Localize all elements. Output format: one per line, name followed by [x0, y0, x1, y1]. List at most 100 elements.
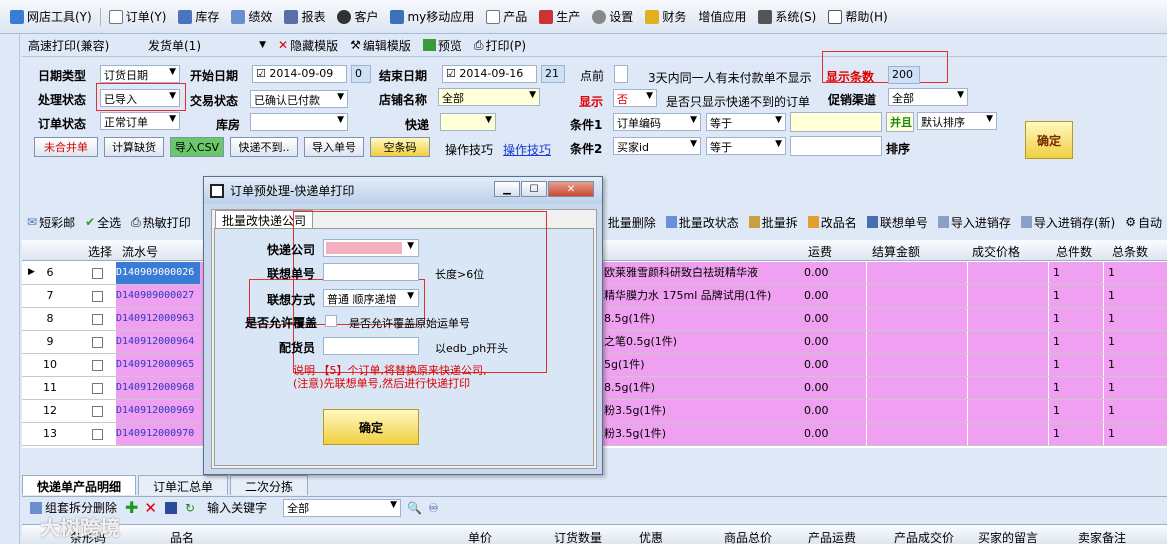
- add-icon[interactable]: ✚: [125, 498, 138, 517]
- row-number: 12: [43, 404, 57, 417]
- chevron-down-icon: ▼: [407, 291, 414, 301]
- order-status-select[interactable]: 正常订单 ▼: [100, 112, 180, 130]
- process-status-select[interactable]: 已导入 ▼: [100, 89, 180, 107]
- menu-help[interactable]: 帮助(H): [822, 5, 893, 29]
- assoc-number-input[interactable]: [323, 263, 419, 281]
- chevron-down-icon: ▼: [485, 115, 492, 125]
- row-checkbox[interactable]: [92, 285, 106, 307]
- menu-order[interactable]: 订单(Y): [103, 5, 173, 29]
- unmerged-orders-button[interactable]: 未合并单: [34, 137, 98, 157]
- tab-express-detail[interactable]: 快递单产品明细: [22, 475, 137, 495]
- assoc-mode-select[interactable]: 普通 顺序递增 ▼: [323, 289, 419, 307]
- row-checkbox[interactable]: [92, 308, 106, 330]
- tips-link[interactable]: 操作技巧: [503, 141, 551, 158]
- overwrite-checkbox[interactable]: [325, 315, 337, 327]
- courier-select[interactable]: ▼: [323, 239, 419, 257]
- query-confirm-button[interactable]: 确定: [1025, 121, 1073, 159]
- condition1-value-input[interactable]: [790, 112, 882, 132]
- search-icon[interactable]: 🔍: [407, 501, 422, 515]
- tab-second-sort[interactable]: 二次分拣: [230, 475, 309, 495]
- print-button[interactable]: ⎙ 打印(P): [468, 37, 532, 54]
- warehouse-select[interactable]: ▼: [250, 113, 348, 131]
- start-date-picker[interactable]: ☑ 2014-09-09: [252, 65, 347, 83]
- delete-icon[interactable]: ✕: [144, 499, 157, 517]
- tab-order-summary[interactable]: 订单汇总单: [138, 475, 229, 495]
- shop-name-select[interactable]: 全部 ▼: [438, 88, 540, 106]
- sort-select[interactable]: 默认排序 ▼: [917, 112, 997, 130]
- empty-barcode-button[interactable]: 空条码: [370, 137, 430, 157]
- menu-inventory[interactable]: 库存: [172, 5, 225, 29]
- end-offset-input[interactable]: 21: [541, 65, 565, 83]
- and-select[interactable]: 并且: [886, 112, 914, 132]
- batch-delete-button[interactable]: 批量删除: [603, 214, 661, 231]
- date-type-select[interactable]: 订货日期 ▼: [100, 65, 180, 83]
- maximize-button[interactable]: ☐: [521, 181, 547, 197]
- assoc-number-button[interactable]: 联想单号: [862, 214, 933, 231]
- dot-before-label: 点前: [580, 69, 605, 83]
- menu-report[interactable]: 报表: [278, 5, 331, 29]
- row-checkbox[interactable]: [92, 400, 106, 422]
- express-select[interactable]: ▼: [440, 113, 496, 131]
- dialog-body: 批量改快递公司 快递公司 ▼ 联想单号 长度>6位 联想方式 普通 顺序递增 ▼ …: [211, 209, 597, 469]
- row-checkbox[interactable]: [92, 354, 106, 376]
- menu-product[interactable]: 产品: [480, 5, 533, 29]
- row-checkbox[interactable]: [92, 423, 106, 445]
- rename-product-button[interactable]: 改品名: [803, 214, 862, 231]
- condition1-label: 条件1: [570, 118, 603, 132]
- import-inventory-new-button[interactable]: 导入进销存(新): [1016, 214, 1120, 231]
- row-checkbox[interactable]: [92, 262, 106, 284]
- detail-grid-header: 条形码 品名 单价 订货数量 优惠 商品总价 产品运费 产品成交价 买家的留言 …: [22, 524, 1167, 544]
- menu-system[interactable]: 系统(S): [752, 5, 822, 29]
- menu-finance[interactable]: 财务: [639, 5, 692, 29]
- batch-split-button[interactable]: 批量拆: [744, 214, 803, 231]
- picker-hint: 以edb_ph开头: [435, 342, 509, 355]
- hide-template-button[interactable]: ✕ 隐藏模版: [272, 37, 344, 54]
- condition2-operator-select[interactable]: 等于 ▼: [706, 137, 786, 155]
- channel-select[interactable]: 全部 ▼: [888, 88, 968, 106]
- auto-button[interactable]: ⚙ 自动: [1120, 214, 1167, 231]
- express-unreachable-button[interactable]: 快递不到..: [230, 137, 298, 157]
- row-checkbox[interactable]: [92, 377, 106, 399]
- bottom-tabs: 快递单产品明细 订单汇总单 二次分拣: [22, 475, 310, 495]
- batch-status-button[interactable]: 批量改状态: [661, 214, 744, 231]
- menu-shop-tools[interactable]: 网店工具(Y): [4, 5, 98, 29]
- dialog-confirm-button[interactable]: 确定: [323, 409, 419, 445]
- close-button[interactable]: ✕: [548, 181, 594, 197]
- menu-settings[interactable]: 设置: [586, 5, 639, 29]
- print-mode-select[interactable]: 高速打印(兼容): [22, 37, 142, 54]
- save-icon[interactable]: [165, 501, 177, 514]
- condition2-field-select[interactable]: 买家id ▼: [613, 137, 701, 155]
- picker-input[interactable]: [323, 337, 419, 355]
- refresh-icon[interactable]: ↻: [185, 501, 195, 515]
- start-offset-input[interactable]: 0: [351, 65, 371, 83]
- condition1-operator-select[interactable]: 等于 ▼: [706, 113, 786, 131]
- import-csv-button[interactable]: 导入CSV: [170, 137, 224, 157]
- calc-shortage-button[interactable]: 计算缺货: [104, 137, 164, 157]
- preview-button[interactable]: 预览: [417, 37, 468, 54]
- display-select[interactable]: 否 ▼: [613, 89, 657, 107]
- end-date-picker[interactable]: ☑ 2014-09-16: [442, 65, 537, 83]
- binoculars-icon[interactable]: ♾: [428, 501, 439, 515]
- thermal-print-button[interactable]: ⎙ 热敏打印: [126, 214, 196, 231]
- preview-icon: [422, 39, 436, 51]
- dot-before-checkbox[interactable]: [614, 65, 628, 83]
- sms-email-button[interactable]: ✉ 短彩邮: [22, 214, 80, 231]
- checkbox-icon: [92, 313, 103, 325]
- select-all-button[interactable]: ✔ 全选: [80, 214, 126, 231]
- import-tracking-button[interactable]: 导入单号: [304, 137, 364, 157]
- row-checkbox[interactable]: [92, 331, 106, 353]
- menu-customer[interactable]: 客户: [331, 5, 384, 29]
- template-select[interactable]: 发货单(1) ▼: [142, 37, 272, 54]
- minimize-button[interactable]: ▁: [494, 181, 520, 197]
- condition2-value-input[interactable]: [790, 136, 882, 156]
- menu-production[interactable]: 生产: [533, 5, 586, 29]
- trade-status-select[interactable]: 已确认已付款 ▼: [250, 90, 348, 108]
- import-inventory-button[interactable]: 导入进销存: [933, 214, 1016, 231]
- edit-template-button[interactable]: ⚒ 编辑模版: [344, 37, 417, 54]
- menu-mobile[interactable]: my移动应用: [384, 5, 480, 29]
- condition1-field-select[interactable]: 订单编码 ▼: [613, 113, 701, 131]
- keyword-select[interactable]: 全部 ▼: [283, 498, 402, 517]
- show-count-input[interactable]: 200: [888, 66, 920, 84]
- menu-performance[interactable]: 绩效: [225, 5, 278, 29]
- menu-addons[interactable]: 增值应用: [692, 5, 752, 29]
